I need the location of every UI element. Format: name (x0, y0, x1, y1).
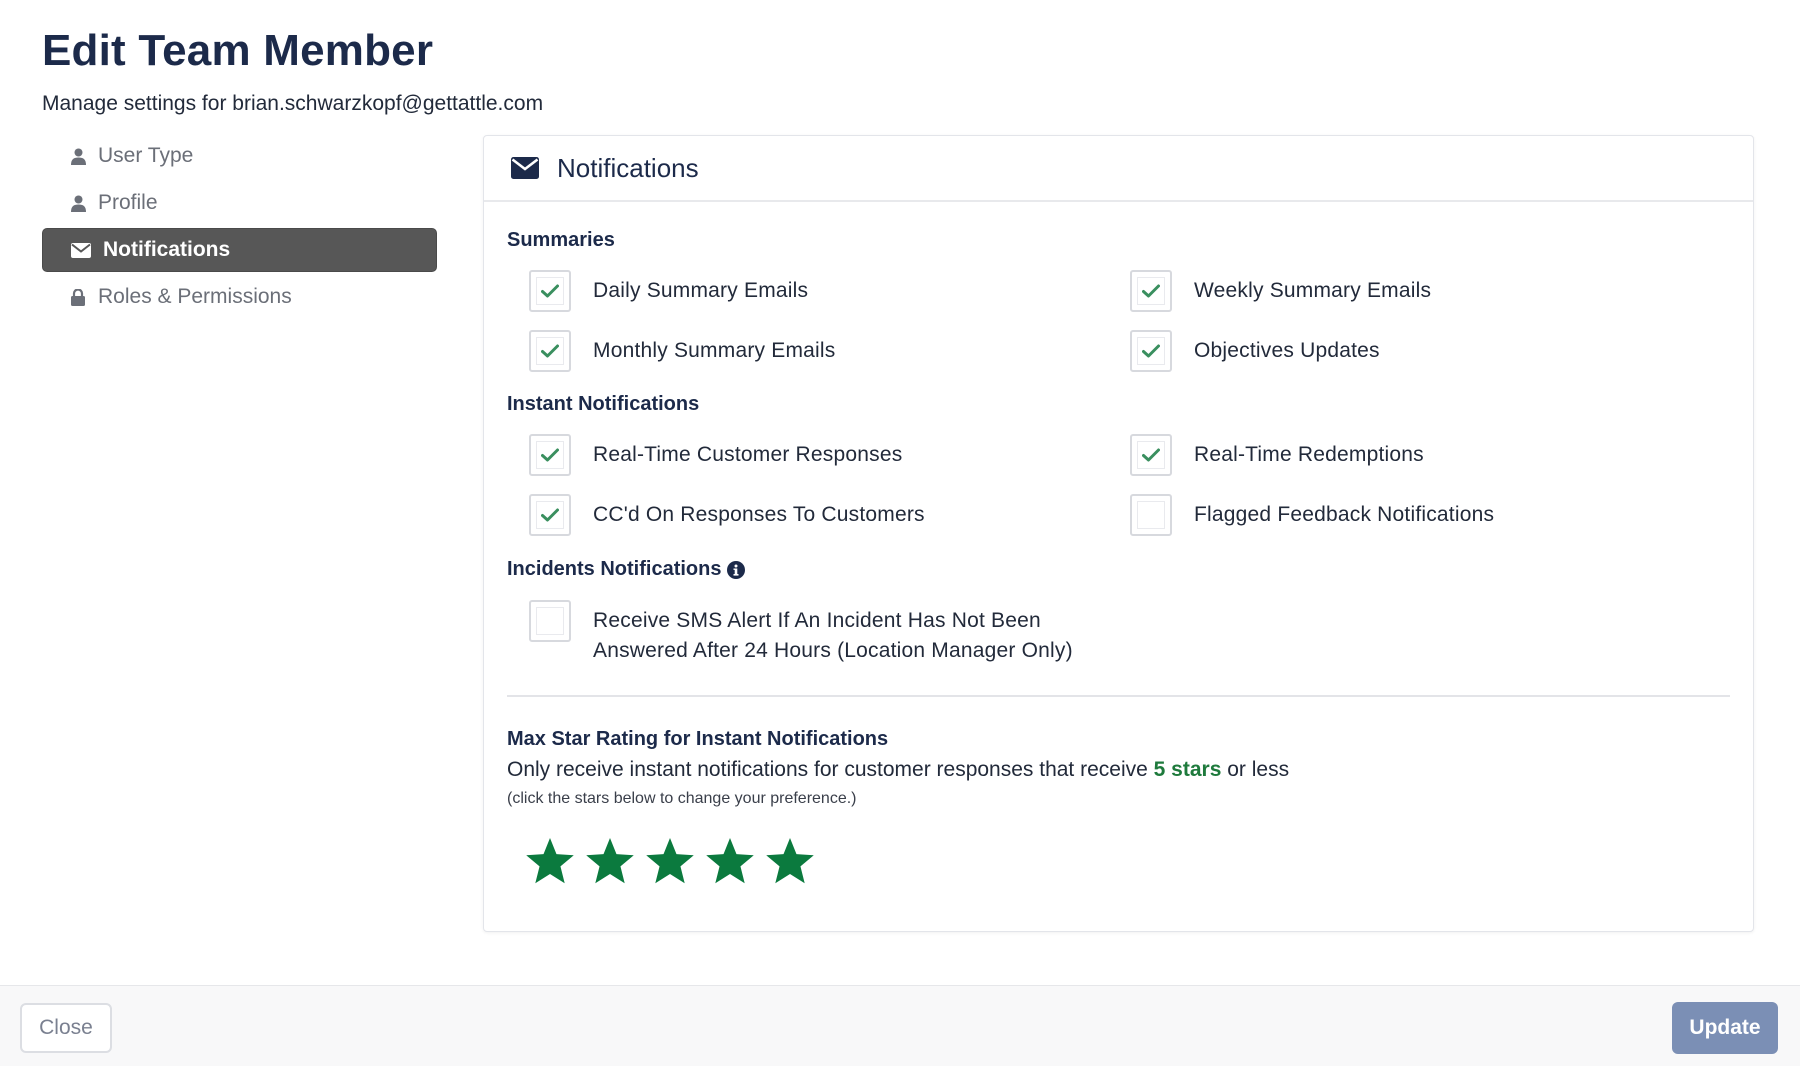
close-button[interactable]: Close (20, 1003, 112, 1053)
realtime-responses-checkbox[interactable] (529, 434, 571, 476)
rating-desc-prefix: Only receive instant notifications for c… (507, 758, 1148, 781)
option-label: Real-Time Customer Responses (593, 443, 903, 466)
incidents-heading-label: Incidents Notifications (507, 558, 722, 580)
envelope-icon (511, 157, 539, 179)
panel-header: Notifications (484, 136, 1753, 202)
settings-sidebar: User Type Profile Notifications Roles & … (42, 134, 437, 322)
star-icon[interactable] (704, 836, 756, 888)
lock-icon (70, 288, 86, 306)
user-icon (70, 147, 86, 165)
sidebar-item-label: Notifications (103, 238, 231, 261)
summaries-heading: Summaries (507, 229, 615, 251)
check-icon (1137, 441, 1165, 469)
weekly-summary-checkbox[interactable] (1130, 270, 1172, 312)
star-icon[interactable] (764, 836, 816, 888)
check-icon (536, 277, 564, 305)
sidebar-item-user-type[interactable]: User Type (42, 134, 437, 178)
page-title: Edit Team Member (42, 26, 434, 75)
rating-hint: (click the stars below to change your pr… (507, 790, 857, 807)
option-label: CC'd On Responses To Customers (593, 503, 925, 526)
sidebar-item-notifications[interactable]: Notifications (42, 228, 437, 272)
panel-title: Notifications (557, 152, 699, 183)
option-weekly-summary: Weekly Summary Emails (1130, 270, 1431, 312)
option-label: Daily Summary Emails (593, 279, 809, 302)
star-icon[interactable] (644, 836, 696, 888)
subtitle-prefix: Manage settings for (42, 92, 227, 115)
check-icon (536, 441, 564, 469)
check-icon (536, 501, 564, 529)
rating-desc-value: 5 stars (1153, 758, 1222, 781)
option-realtime-redemptions: Real-Time Redemptions (1130, 434, 1424, 476)
info-circle-icon[interactable] (727, 560, 746, 579)
option-objectives-updates: Objectives Updates (1130, 330, 1380, 372)
option-label: Real-Time Redemptions (1194, 443, 1424, 466)
incidents-heading: Incidents Notifications (507, 558, 746, 581)
option-label-line2: Answered After 24 Hours (Location Manage… (593, 639, 1073, 662)
option-daily-summary: Daily Summary Emails (529, 270, 808, 312)
user-icon (70, 194, 86, 212)
monthly-summary-checkbox[interactable] (529, 330, 571, 372)
option-monthly-summary: Monthly Summary Emails (529, 330, 835, 372)
check-icon (536, 337, 564, 365)
sidebar-item-label: Profile (98, 191, 158, 214)
sidebar-item-label: Roles & Permissions (98, 285, 292, 308)
option-label: Weekly Summary Emails (1194, 279, 1432, 302)
page-subtitle: Manage settings for brian.schwarzkopf@ge… (42, 92, 543, 116)
checkbox-inner (1137, 501, 1165, 529)
objectives-updates-checkbox[interactable] (1130, 330, 1172, 372)
option-realtime-responses: Real-Time Customer Responses (529, 434, 902, 476)
dialog-footer: Close Update (0, 985, 1800, 1066)
option-label: Monthly Summary Emails (593, 339, 836, 362)
option-label: Objectives Updates (1194, 339, 1380, 362)
check-icon (1137, 337, 1165, 365)
sms-alert-checkbox[interactable] (529, 600, 571, 642)
realtime-redemptions-checkbox[interactable] (1130, 434, 1172, 476)
member-email: brian.schwarzkopf@gettattle.com (232, 92, 544, 115)
cc-responses-checkbox[interactable] (529, 494, 571, 536)
envelope-icon (71, 241, 91, 259)
option-flagged-feedback: Flagged Feedback Notifications (1130, 494, 1494, 536)
sidebar-item-label: User Type (98, 144, 194, 167)
star-icon[interactable] (524, 836, 576, 888)
rating-title: Max Star Rating for Instant Notification… (507, 728, 889, 750)
daily-summary-checkbox[interactable] (529, 270, 571, 312)
checkbox-inner (536, 607, 564, 635)
option-label: Receive SMS Alert If An Incident Has Not… (593, 600, 1073, 666)
update-button[interactable]: Update (1672, 1002, 1778, 1054)
notifications-panel: Notifications Summaries Daily Summary Em… (483, 135, 1754, 932)
rating-description: Only receive instant notifications for c… (507, 758, 1289, 782)
check-icon (1137, 277, 1165, 305)
sidebar-item-roles-permissions[interactable]: Roles & Permissions (42, 275, 437, 319)
star-rating (524, 836, 824, 888)
rating-desc-suffix: or less (1227, 758, 1290, 781)
option-sms-alert: Receive SMS Alert If An Incident Has Not… (529, 600, 1073, 666)
flagged-feedback-checkbox[interactable] (1130, 494, 1172, 536)
instant-notifications-heading: Instant Notifications (507, 393, 700, 415)
option-cc-responses: CC'd On Responses To Customers (529, 494, 925, 536)
sidebar-item-profile[interactable]: Profile (42, 181, 437, 225)
option-label: Flagged Feedback Notifications (1194, 503, 1495, 526)
option-label-line1: Receive SMS Alert If An Incident Has Not… (593, 609, 1041, 632)
section-divider (507, 695, 1730, 697)
star-icon[interactable] (584, 836, 636, 888)
